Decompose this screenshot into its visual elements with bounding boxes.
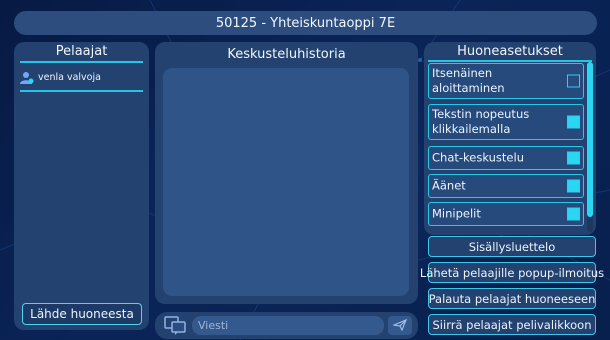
setting-text-speedup[interactable]: Tekstin nopeutus klikkailemalla [428,104,584,140]
paper-plane-icon [391,316,408,335]
settings-scrollbar[interactable] [587,62,593,232]
setting-minigames[interactable]: Minipelit [428,202,584,226]
chat-log-area[interactable] [163,68,409,296]
message-input[interactable] [192,316,384,335]
move-players-button[interactable]: Siirrä pelaajat pelivalikkoon [428,314,596,335]
room-title: 50125 - Yhteiskuntaoppi 7E [215,15,396,31]
player-list-item[interactable]: venla valvoja [20,71,143,92]
contents-button[interactable]: Sisällysluettelo [428,236,596,257]
user-icon [20,71,34,84]
setting-checkbox[interactable] [567,151,580,165]
setting-checkbox[interactable] [567,115,580,129]
chat-bubble-icon [164,316,186,339]
setting-label: Minipelit [432,206,481,221]
room-settings-panel: Huoneasetukset Itsenäinen aloittaminen T… [424,42,596,235]
setting-checkbox[interactable] [567,179,580,193]
chat-history-panel: Keskusteluhistoria [155,42,418,304]
setting-sounds[interactable]: Äänet [428,174,584,198]
setting-label: Äänet [432,178,466,193]
players-heading: Pelaajat [20,42,143,63]
send-button[interactable] [388,316,412,335]
setting-label: Tekstin nopeutus klikkailemalla [432,107,530,136]
send-popup-button[interactable]: Lähetä pelaajille popup-ilmoitus [420,262,604,283]
setting-independent-start[interactable]: Itsenäinen aloittaminen [428,63,584,99]
setting-chat[interactable]: Chat-keskustelu [428,146,584,170]
setting-checkbox[interactable] [567,207,580,221]
leave-room-button[interactable]: Lähde huoneesta [22,303,142,325]
player-name: venla valvoja [38,72,101,83]
setting-label: Itsenäinen aloittaminen [432,66,505,95]
chat-history-heading: Keskusteluhistoria [227,47,346,62]
message-bar [155,312,418,339]
settings-scrollbar-thumb[interactable] [587,62,593,217]
setting-checkbox[interactable] [567,74,580,88]
setting-label: Chat-keskustelu [432,150,524,165]
room-settings-heading: Huoneasetukset [428,42,592,62]
return-players-button[interactable]: Palauta pelaajat huoneeseen [428,288,596,309]
room-title-bar: 50125 - Yhteiskuntaoppi 7E [14,11,597,35]
players-panel: Pelaajat venla valvoja Lähde huoneesta [14,42,149,330]
